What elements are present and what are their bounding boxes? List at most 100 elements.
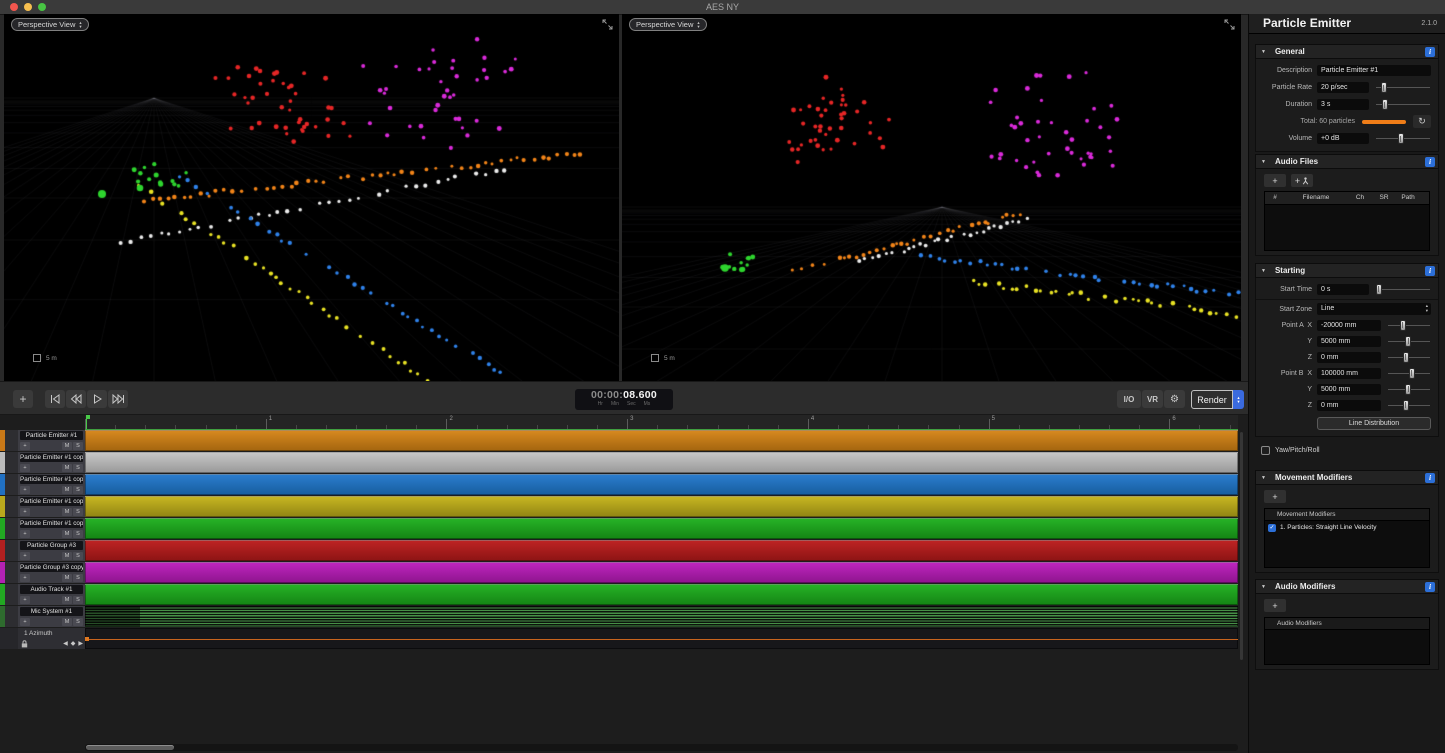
play-button[interactable] — [87, 390, 107, 408]
track-name[interactable]: Mic System #1 — [20, 607, 83, 616]
vr-button[interactable]: VR — [1142, 390, 1163, 408]
track-add-button[interactable]: + — [20, 464, 30, 472]
track-mute-button[interactable]: M — [62, 530, 72, 538]
modifier-item[interactable]: ✓1. Particles: Straight Line Velocity — [1265, 521, 1429, 534]
track-mute-button[interactable]: M — [62, 574, 72, 582]
collapse-triangle-icon[interactable]: ▼ — [1261, 584, 1266, 590]
info-icon[interactable]: i — [1425, 582, 1435, 592]
track-solo-button[interactable]: S — [73, 574, 83, 582]
track-grip[interactable] — [5, 430, 18, 451]
track-grip[interactable] — [5, 496, 18, 517]
collapse-triangle-icon[interactable]: ▼ — [1261, 475, 1266, 481]
section-audio-files-header[interactable]: ▼ Audio Files i — [1255, 154, 1439, 169]
track-solo-button[interactable]: S — [73, 464, 83, 472]
track-name[interactable]: Particle Emitter #1 cop — [20, 475, 83, 484]
info-icon[interactable]: i — [1425, 266, 1435, 276]
track-add-button[interactable]: + — [20, 508, 30, 516]
viewport-3d-canvas[interactable] — [4, 14, 619, 381]
coordinate-field[interactable]: 0 mm — [1317, 352, 1381, 363]
coordinate-slider[interactable] — [1388, 400, 1430, 411]
track-solo-button[interactable]: S — [73, 508, 83, 516]
track-clip[interactable] — [85, 496, 1238, 517]
track-clip[interactable] — [85, 562, 1238, 583]
slider-thumb[interactable] — [1405, 336, 1411, 347]
render-options-stepper[interactable]: ▴▾ — [1233, 390, 1244, 409]
expand-icon[interactable] — [1224, 19, 1235, 30]
coordinate-field[interactable]: -20000 mm — [1317, 320, 1381, 331]
info-icon[interactable]: i — [1425, 473, 1435, 483]
next-keyframe-button[interactable]: ▶ — [78, 640, 83, 648]
track-grip[interactable] — [5, 518, 18, 539]
collapse-triangle-icon[interactable]: ▼ — [1261, 159, 1266, 165]
track-add-button[interactable]: + — [20, 574, 30, 582]
coordinate-slider[interactable] — [1388, 336, 1430, 347]
modifier-checkbox[interactable]: ✓ — [1268, 524, 1276, 532]
track-add-button[interactable]: + — [20, 486, 30, 494]
coordinate-field[interactable]: 5000 mm — [1317, 384, 1381, 395]
track-grip[interactable] — [5, 584, 18, 605]
track-mute-button[interactable]: M — [62, 618, 72, 626]
track-name[interactable]: Particle Emitter #1 cop — [20, 497, 83, 506]
rewind-button[interactable] — [66, 390, 86, 408]
coordinate-slider[interactable] — [1388, 368, 1430, 379]
lock-icon[interactable] — [21, 640, 28, 648]
track-clip[interactable] — [85, 474, 1238, 495]
slider-thumb[interactable] — [1376, 284, 1382, 295]
track-name[interactable]: Particle Group #3 — [20, 541, 83, 550]
timeline-ruler[interactable]: 123456 — [85, 415, 1238, 430]
start-time-slider[interactable] — [1376, 284, 1430, 295]
slider-thumb[interactable] — [1382, 99, 1388, 110]
playhead[interactable] — [86, 415, 87, 429]
start-zone-dropdown[interactable]: Line ▴▾ — [1317, 303, 1431, 315]
yaw-pitch-roll-checkbox[interactable] — [1261, 446, 1270, 455]
section-audio-modifiers-header[interactable]: ▼ Audio Modifiers i — [1255, 579, 1439, 594]
track-mute-button[interactable]: M — [62, 464, 72, 472]
render-button[interactable]: Render — [1191, 390, 1233, 409]
track-solo-button[interactable]: S — [73, 530, 83, 538]
track-name[interactable]: Particle Group #3 copy — [20, 563, 83, 572]
automation-keyframe[interactable] — [85, 637, 89, 641]
automation-curve[interactable] — [85, 639, 1238, 640]
track-grip[interactable] — [5, 606, 18, 627]
track-add-button[interactable]: + — [20, 552, 30, 560]
refresh-icon[interactable]: ↻ — [1413, 115, 1431, 128]
line-distribution-button[interactable]: Line Distribution — [1317, 417, 1431, 430]
track-name[interactable]: Audio Track #1 — [20, 585, 83, 594]
io-button[interactable]: I/O — [1117, 390, 1141, 408]
scrollbar-thumb[interactable] — [86, 745, 174, 750]
view-selector-dropdown[interactable]: Perspective View ▴▾ — [629, 18, 707, 31]
coordinate-slider[interactable] — [1388, 320, 1430, 331]
track-solo-button[interactable]: S — [73, 596, 83, 604]
track-clip[interactable] — [85, 518, 1238, 539]
description-field[interactable]: Particle Emitter #1 — [1317, 65, 1431, 76]
track-mute-button[interactable]: M — [62, 442, 72, 450]
add-keyframe-button[interactable]: ◆ — [71, 640, 76, 648]
track-grip[interactable] — [5, 452, 18, 473]
track-grip[interactable] — [5, 474, 18, 495]
track-clip[interactable] — [85, 452, 1238, 473]
movement-modifiers-list[interactable]: Movement Modifiers ✓1. Particles: Straig… — [1264, 508, 1430, 568]
track-name[interactable]: Particle Emitter #1 — [20, 431, 83, 440]
slider-thumb[interactable] — [1403, 352, 1409, 363]
slider-thumb[interactable] — [1405, 384, 1411, 395]
viewport-3d-canvas[interactable] — [622, 14, 1241, 381]
particle-rate-slider[interactable] — [1376, 82, 1430, 93]
automation-grip[interactable] — [0, 628, 18, 649]
coordinate-field[interactable]: 5000 mm — [1317, 336, 1381, 347]
coordinate-field[interactable]: 100000 mm — [1317, 368, 1381, 379]
section-general-header[interactable]: ▼ General i — [1255, 44, 1439, 59]
volume-slider[interactable] — [1376, 133, 1430, 144]
playhead-flag-icon[interactable] — [86, 415, 90, 419]
start-time-field[interactable]: 0 s — [1317, 284, 1369, 295]
timeline-horizontal-scrollbar[interactable] — [85, 744, 1238, 751]
track-name[interactable]: Particle Emitter #1 cop — [20, 453, 83, 462]
collapse-triangle-icon[interactable]: ▼ — [1261, 268, 1266, 274]
track-solo-button[interactable]: S — [73, 552, 83, 560]
coordinate-slider[interactable] — [1388, 384, 1430, 395]
section-movement-modifiers-header[interactable]: ▼ Movement Modifiers i — [1255, 470, 1439, 485]
prev-keyframe-button[interactable]: ◀ — [63, 640, 68, 648]
volume-field[interactable]: +0 dB — [1317, 133, 1369, 144]
track-mute-button[interactable]: M — [62, 508, 72, 516]
info-icon[interactable]: i — [1425, 47, 1435, 57]
track-add-button[interactable]: + — [20, 596, 30, 604]
